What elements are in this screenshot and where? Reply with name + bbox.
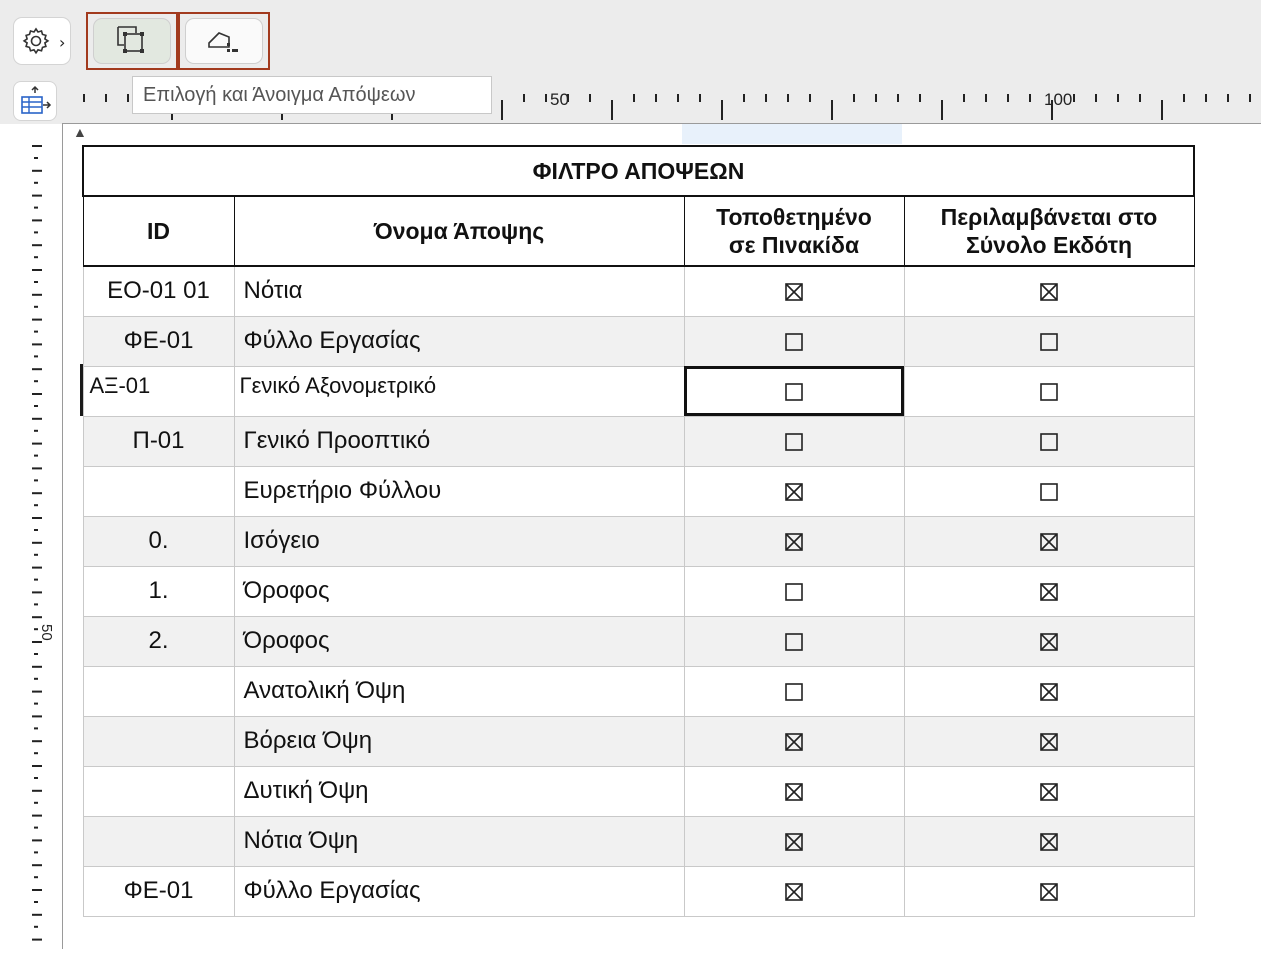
placed-on-layout-checkbox[interactable] xyxy=(683,715,905,767)
ruler-label-v50: 50 xyxy=(38,624,55,641)
cell-id[interactable]: ΦΕ-01 xyxy=(82,865,235,917)
column-header-placed[interactable]: Τοποθετημένο σε Πινακίδα xyxy=(683,195,905,267)
schedule-title: ΦΙΛΤΡΟ ΑΠΟΨΕΩΝ xyxy=(82,145,1195,197)
placed-on-layout-checkbox[interactable] xyxy=(683,765,905,817)
cell-view-name[interactable]: Όροφος xyxy=(233,615,685,667)
table-row[interactable]: ΦΕ-01 Φύλλο Εργασίας xyxy=(82,865,1195,917)
in-publisher-set-checkbox[interactable] xyxy=(903,565,1195,617)
cell-id[interactable]: ΑΞ-01 xyxy=(82,365,235,417)
tooltip: Επιλογή και Άνοιγμα Απόψεων xyxy=(132,76,492,114)
cell-id[interactable] xyxy=(82,765,235,817)
in-publisher-set-checkbox[interactable] xyxy=(903,315,1195,367)
views-schedule-table: ΦΙΛΤΡΟ ΑΠΟΨΕΩΝ ID Όνομα Άποψης Τοποθετημ… xyxy=(82,145,1195,917)
placed-on-layout-checkbox[interactable] xyxy=(683,265,905,317)
cell-view-name[interactable]: Ανατολική Όψη xyxy=(233,665,685,717)
text-cursor xyxy=(80,364,83,416)
ruler-label-100: 100 xyxy=(1044,90,1072,109)
in-publisher-set-checkbox[interactable] xyxy=(903,765,1195,817)
view-map-frame xyxy=(178,12,270,70)
cell-view-name[interactable]: Νότια Όψη xyxy=(233,815,685,867)
column-header-publisher-line1: Περιλαμβάνεται στο xyxy=(940,204,1158,230)
placed-on-layout-checkbox[interactable] xyxy=(683,415,905,467)
column-header-id[interactable]: ID xyxy=(82,195,235,267)
cell-view-name[interactable]: Ισόγειο xyxy=(233,515,685,567)
placed-on-layout-checkbox[interactable] xyxy=(683,315,905,367)
in-publisher-set-checkbox[interactable] xyxy=(903,865,1195,917)
cell-view-name[interactable]: Βόρεια Όψη xyxy=(233,715,685,767)
column-header-placed-line1: Τοποθετημένο xyxy=(716,204,872,230)
settings-menu-button[interactable]: › xyxy=(14,18,70,64)
view-map-button[interactable] xyxy=(186,19,262,63)
cell-view-name[interactable]: Φύλλο Εργασίας xyxy=(233,865,685,917)
table-row[interactable]: Π-01 Γενικό Προοπτικό xyxy=(82,415,1195,467)
vertical-ruler-ticks: 50 xyxy=(32,145,55,953)
cell-id[interactable] xyxy=(82,815,235,867)
table-row[interactable]: Ανατολική Όψη xyxy=(82,665,1195,717)
in-publisher-set-checkbox[interactable] xyxy=(903,515,1195,567)
cell-id[interactable]: 2. xyxy=(82,615,235,667)
in-publisher-set-checkbox[interactable] xyxy=(903,615,1195,667)
cell-view-name[interactable]: Ευρετήριο Φύλλου xyxy=(233,465,685,517)
table-row[interactable]: ΦΕ-01 Φύλλο Εργασίας xyxy=(82,315,1195,367)
cell-id[interactable]: 1. xyxy=(82,565,235,617)
ruler-label-50: 50 xyxy=(550,90,569,109)
table-row[interactable]: 0. Ισόγειο xyxy=(82,515,1195,567)
placed-on-layout-checkbox[interactable] xyxy=(683,465,905,517)
column-selection-highlight xyxy=(682,124,902,144)
ruler-divider-h xyxy=(62,123,1261,124)
gear-icon xyxy=(22,27,50,55)
select-open-view-button[interactable] xyxy=(94,19,170,63)
table-view-icon xyxy=(21,85,52,114)
cell-id[interactable] xyxy=(82,665,235,717)
in-publisher-set-checkbox[interactable] xyxy=(903,665,1195,717)
select-view-icon xyxy=(117,26,144,53)
in-publisher-set-checkbox[interactable] xyxy=(903,465,1195,517)
table-row[interactable]: Βόρεια Όψη xyxy=(82,715,1195,767)
cell-id[interactable]: 0. xyxy=(82,515,235,567)
vertical-ruler: 50 xyxy=(0,124,62,953)
cell-id[interactable]: ΦΕ-01 xyxy=(82,315,235,367)
placed-on-layout-checkbox[interactable] xyxy=(683,565,905,617)
placed-on-layout-checkbox[interactable] xyxy=(683,615,905,667)
origin-marker-icon: ▲ xyxy=(73,124,87,140)
in-publisher-set-checkbox[interactable] xyxy=(903,265,1195,317)
cell-view-name[interactable]: Γενικό Προοπτικό xyxy=(233,415,685,467)
column-header-name[interactable]: Όνομα Άποψης xyxy=(233,195,685,267)
placed-on-layout-checkbox[interactable] xyxy=(683,665,905,717)
table-row[interactable]: Ευρετήριο Φύλλου xyxy=(82,465,1195,517)
top-toolbar: › xyxy=(0,0,1261,76)
table-row[interactable]: Νότια Όψη xyxy=(82,815,1195,867)
cell-view-name[interactable]: Νότια xyxy=(233,265,685,317)
table-row[interactable]: ΑΞ-01 Γενικό Αξονομετρικό xyxy=(82,365,1195,417)
view-map-icon xyxy=(208,32,238,52)
cell-id[interactable]: Π-01 xyxy=(82,415,235,467)
table-row[interactable]: Δυτική Όψη xyxy=(82,765,1195,817)
in-publisher-set-checkbox[interactable] xyxy=(903,415,1195,467)
cell-view-name[interactable]: Φύλλο Εργασίας xyxy=(233,315,685,367)
cell-view-name[interactable]: Όροφος xyxy=(233,565,685,617)
cell-id[interactable] xyxy=(82,715,235,767)
placed-on-layout-checkbox[interactable] xyxy=(683,365,905,417)
schedule-settings-button[interactable] xyxy=(14,82,56,120)
column-header-publisher[interactable]: Περιλαμβάνεται στο Σύνολο Εκδότη xyxy=(903,195,1195,267)
column-header-publisher-line2: Σύνολο Εκδότη xyxy=(965,232,1133,258)
cell-view-name[interactable]: Δυτική Όψη xyxy=(233,765,685,817)
column-header-placed-line2: σε Πινακίδα xyxy=(728,232,860,258)
table-row[interactable]: 2. Όροφος xyxy=(82,615,1195,667)
placed-on-layout-checkbox[interactable] xyxy=(683,865,905,917)
cell-id[interactable] xyxy=(82,465,235,517)
table-row[interactable]: ΕΟ-01 01 Νότια xyxy=(82,265,1195,317)
in-publisher-set-checkbox[interactable] xyxy=(903,715,1195,767)
select-view-frame xyxy=(86,12,178,70)
placed-on-layout-checkbox[interactable] xyxy=(683,515,905,567)
in-publisher-set-checkbox[interactable] xyxy=(903,365,1195,417)
table-row[interactable]: 1. Όροφος xyxy=(82,565,1195,617)
chevron-right-icon: › xyxy=(59,33,66,52)
placed-on-layout-checkbox[interactable] xyxy=(683,815,905,867)
ruler-divider-v xyxy=(62,124,63,949)
in-publisher-set-checkbox[interactable] xyxy=(903,815,1195,867)
cell-view-name[interactable]: Γενικό Αξονομετρικό xyxy=(233,365,685,417)
cell-id[interactable]: ΕΟ-01 01 xyxy=(82,265,235,317)
